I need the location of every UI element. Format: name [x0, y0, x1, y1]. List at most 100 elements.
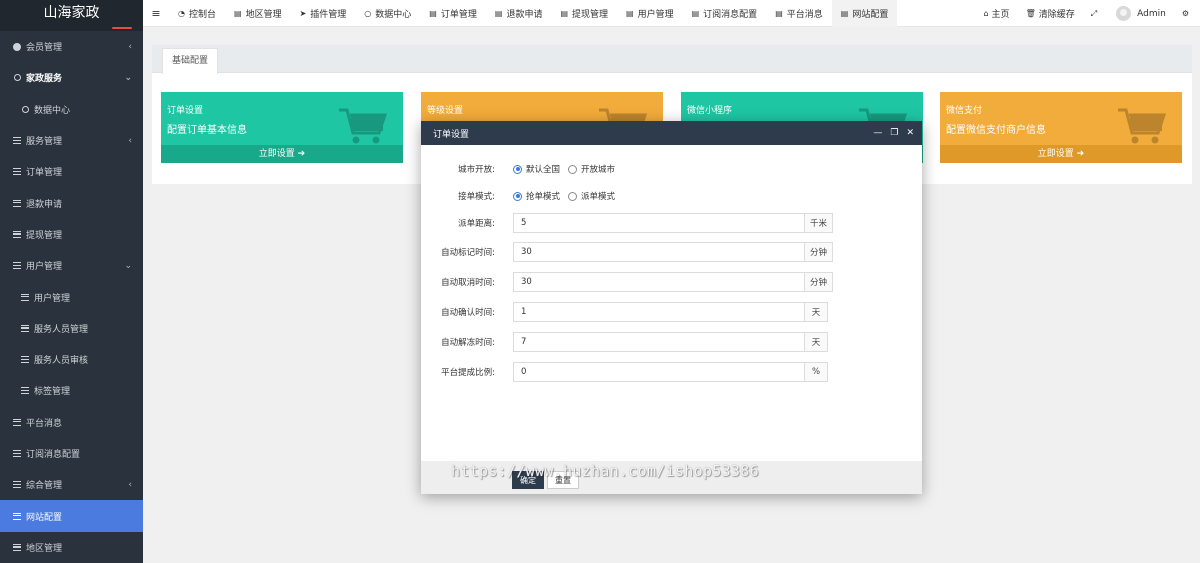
list-icon — [11, 512, 23, 520]
setting-input[interactable]: 0 — [513, 362, 805, 382]
setting-row: 自动解冻时间: 7 天 — [421, 332, 922, 352]
top-tab-label: 插件管理 — [310, 9, 347, 20]
radio-button[interactable] — [568, 191, 578, 201]
radio-button[interactable] — [513, 191, 522, 201]
maximize-icon[interactable]: ❐ — [890, 128, 898, 138]
sidebar-item[interactable]: 订阅消息配置 — [0, 438, 143, 469]
radio-button[interactable] — [568, 164, 578, 174]
chevron-left-icon: ‹ — [128, 41, 132, 52]
card-title: 微信小程序 — [687, 106, 733, 116]
setting-input[interactable]: 5 — [513, 213, 805, 233]
sidebar-item-label: 服务人员管理 — [34, 324, 89, 335]
minimize-icon[interactable]: — — [873, 128, 882, 138]
list-icon — [11, 230, 23, 238]
sidebar-item[interactable]: 地区管理 — [0, 532, 143, 563]
setting-input[interactable]: 30 — [513, 272, 805, 292]
setting-input[interactable]: 1 — [513, 302, 805, 322]
sidebar-item[interactable]: 用户管理 ⌄ — [0, 250, 143, 281]
card-subtitle: 配置微信支付商户信息 — [946, 125, 1046, 136]
sidebar-item[interactable]: 会员管理 ‹ — [0, 31, 143, 62]
sidebar-item[interactable]: 网站配置 — [0, 500, 143, 532]
list-icon — [11, 137, 23, 145]
setting-input[interactable]: 30 — [513, 242, 805, 262]
list-icon — [19, 387, 31, 395]
setting-label: 自动标记时间: — [441, 248, 495, 258]
table-icon: ▤ — [691, 8, 700, 18]
card-action-button[interactable]: 立即设置 ➔ — [940, 145, 1182, 163]
list-icon — [11, 543, 23, 551]
home-link[interactable]: ⌂ 主页 — [975, 7, 1017, 20]
sidebar-item-label: 网站配置 — [26, 512, 63, 523]
tab-basic-config[interactable]: 基础配置 — [162, 48, 219, 74]
top-tab[interactable]: ▤ 退款申请 — [486, 0, 552, 27]
card-action-button[interactable]: 立即设置 ➔ — [161, 145, 403, 163]
list-icon — [11, 481, 23, 489]
radio-label: 派单模式 — [581, 192, 616, 202]
city-open-label: 城市开放: — [458, 165, 495, 175]
setting-input[interactable]: 7 — [513, 332, 805, 352]
user-menu[interactable]: Admin — [1108, 6, 1174, 21]
top-tab[interactable]: ▤ 订单管理 — [420, 0, 486, 27]
top-tab[interactable]: ▤ 地区管理 — [225, 0, 291, 27]
radio-option[interactable]: 默认全国 — [513, 163, 560, 175]
chevron-left-icon: ‹ — [128, 135, 132, 146]
unit-label: 分钟 — [805, 242, 834, 262]
unit-label: 天 — [805, 332, 828, 352]
table-icon: ▤ — [234, 8, 242, 18]
top-tab-label: 用户管理 — [637, 9, 674, 20]
content-tab-bar: 基础配置 — [152, 45, 1192, 74]
sidebar-item[interactable]: 服务人员审核 — [0, 344, 143, 375]
list-icon — [19, 356, 31, 364]
top-tab[interactable]: ○ 数据中心 — [355, 0, 420, 27]
radio-option[interactable]: 派单模式 — [568, 190, 615, 202]
radio-button[interactable] — [513, 164, 522, 174]
top-right-tools: ⌂ 主页 🗑 清除缓存 ⤢ Admin ⚙ — [975, 0, 1200, 27]
top-tab[interactable]: ▤ 提现管理 — [551, 0, 617, 27]
radio-option[interactable]: 开放城市 — [568, 163, 615, 175]
sidebar-item[interactable]: 数据中心 — [0, 94, 143, 125]
top-tab[interactable]: ▤ 订阅消息配置 — [683, 0, 767, 27]
clear-cache-button[interactable]: 🗑 清除缓存 — [1018, 7, 1083, 20]
sidebar-item[interactable]: 综合管理 ‹ — [0, 469, 143, 500]
sidebar-item[interactable]: 平台消息 — [0, 407, 143, 438]
sidebar-item[interactable]: 用户管理 — [0, 281, 143, 312]
list-icon — [11, 199, 23, 207]
person-icon — [11, 42, 23, 51]
sidebar-item-label: 平台消息 — [26, 418, 63, 429]
list-icon — [19, 293, 31, 301]
sidebar-item[interactable]: 订单管理 — [0, 156, 143, 187]
radio-label: 开放城市 — [581, 165, 616, 175]
sidebar-item[interactable]: 退款申请 — [0, 187, 143, 218]
close-icon[interactable]: ✕ — [906, 128, 914, 138]
fullscreen-button[interactable]: ⤢ — [1083, 9, 1108, 19]
sidebar-item-label: 用户管理 — [34, 293, 71, 304]
sidebar-item[interactable]: 标签管理 — [0, 375, 143, 406]
setting-label: 自动解冻时间: — [441, 338, 495, 348]
sidebar-item[interactable]: 服务管理 ‹ — [0, 125, 143, 156]
sidebar-item[interactable]: 家政服务 ⌄ — [0, 62, 143, 93]
top-tab-label: 网站配置 — [852, 9, 889, 20]
menu-toggle-icon[interactable]: ≡ — [143, 0, 169, 27]
radio-option[interactable]: 抢单模式 — [513, 190, 560, 202]
top-tab[interactable]: ▤ 平台消息 — [766, 0, 832, 27]
top-tab[interactable]: ◔ 控制台 — [169, 0, 225, 27]
list-icon — [19, 324, 31, 332]
chevron-left-icon: ‹ — [128, 479, 132, 490]
app-logo[interactable]: 山海家政 — [0, 0, 143, 31]
top-tab-label: 控制台 — [188, 9, 216, 20]
tab-bar: ◔ 控制台 ▤ 地区管理 ➤ 插件管理 ○ 数据中心 ▤ 订单管理 ▤ 退款申请 ▤ 提现管理 ▤ 用户管理 ▤… — [169, 0, 898, 27]
circle-icon — [11, 74, 23, 82]
sidebar-item-label: 标签管理 — [34, 387, 71, 398]
dialog-title: 订单设置 — [433, 129, 470, 140]
top-tab-label: 订单管理 — [440, 9, 477, 20]
top-tab[interactable]: ➤ 插件管理 — [291, 0, 356, 27]
top-tab[interactable]: ▤ 用户管理 — [617, 0, 683, 27]
setting-label: 平台提成比例: — [441, 368, 495, 378]
sidebar-item[interactable]: 服务人员管理 — [0, 313, 143, 344]
table-icon: ▤ — [560, 8, 569, 18]
sidebar-item[interactable]: 提现管理 — [0, 219, 143, 250]
top-tab[interactable]: ▤ 网站配置 — [831, 0, 898, 27]
send-icon: ➤ — [299, 8, 307, 18]
settings-button[interactable]: ⚙ — [1174, 9, 1200, 18]
setting-input-group: 30 分钟 — [513, 242, 834, 262]
